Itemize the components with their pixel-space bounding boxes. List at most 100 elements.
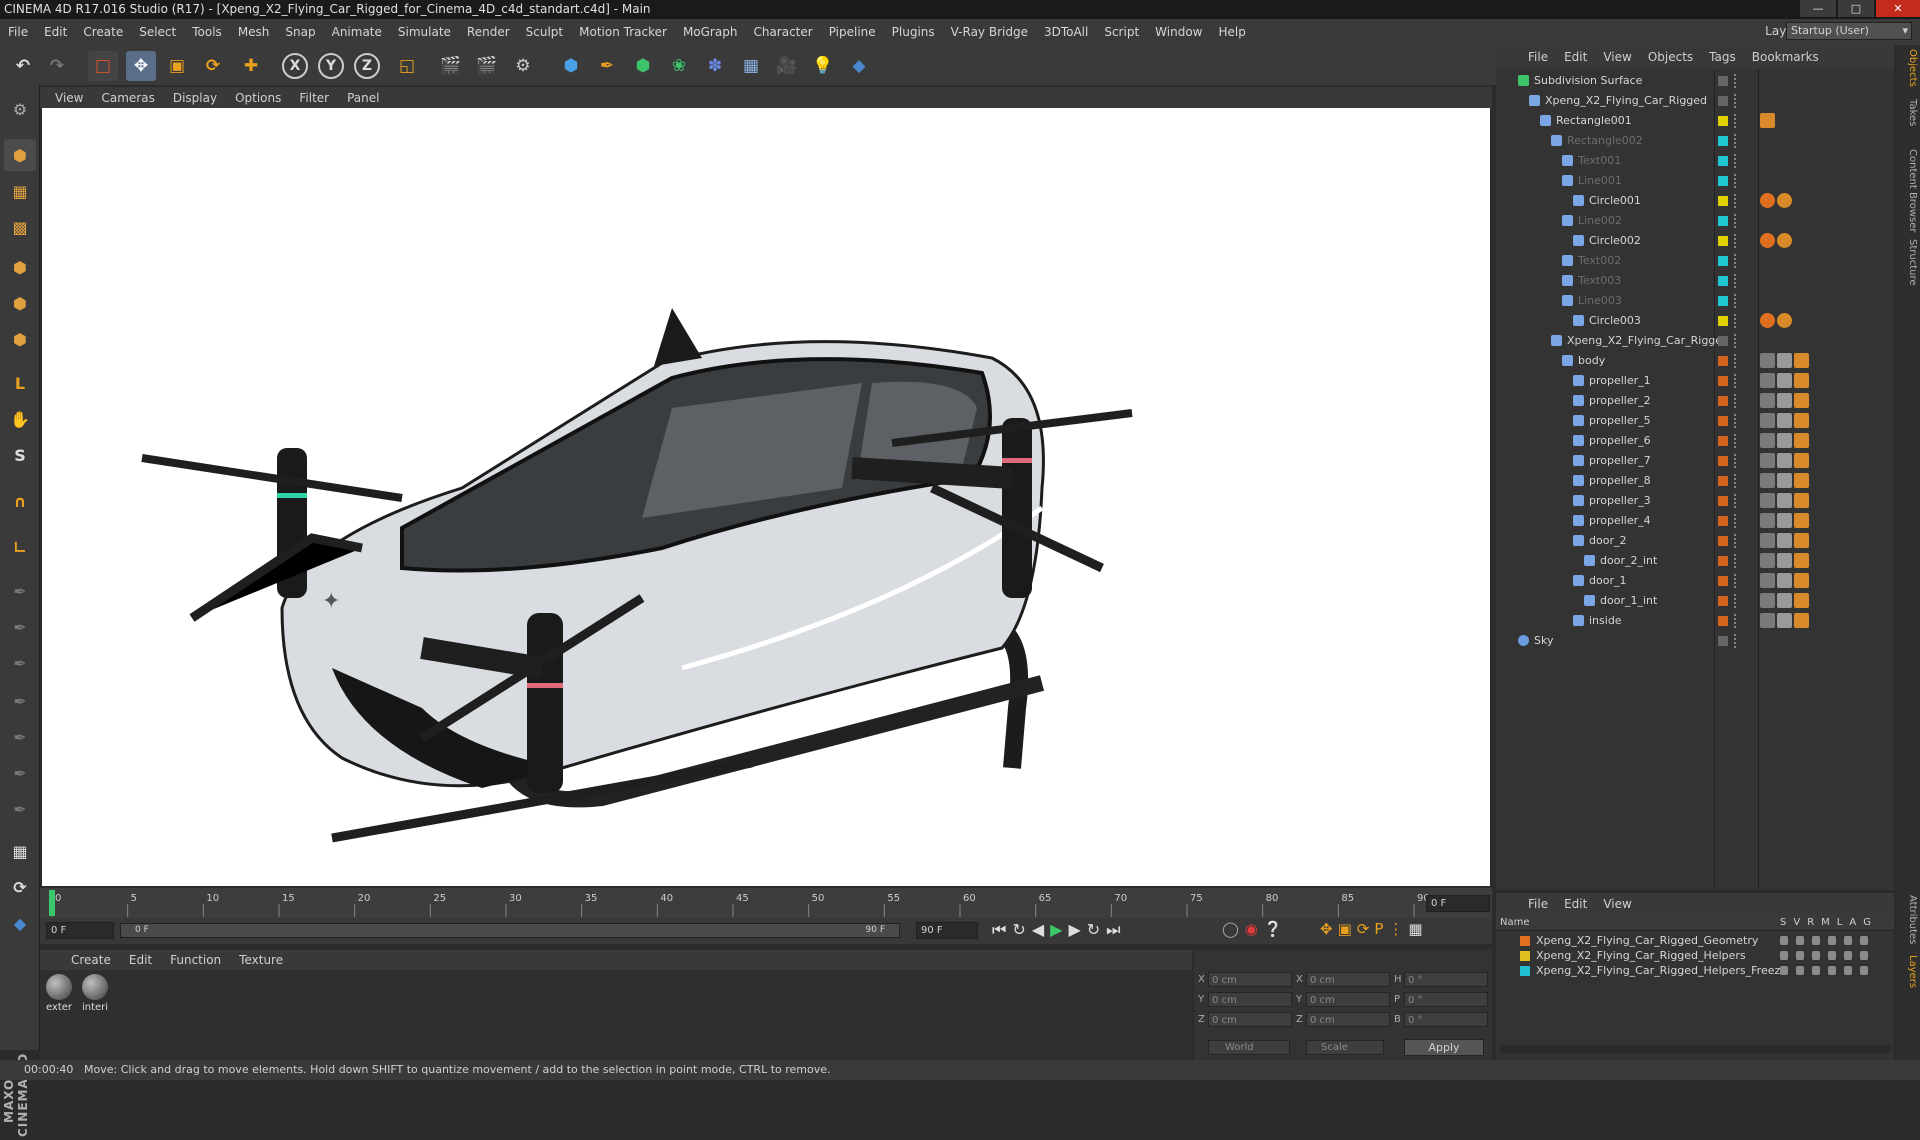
deformer-icon[interactable]: ✽ — [700, 51, 730, 81]
object-row[interactable]: propeller_2 — [1496, 391, 1894, 411]
undo-icon[interactable]: ↶ — [8, 51, 38, 81]
current-frame-field[interactable]: 0 F — [1426, 895, 1490, 912]
workplane-icon[interactable]: ▩ — [4, 211, 36, 243]
coord-value-field[interactable]: 0 cm — [1306, 1012, 1390, 1027]
layer-flag-icon[interactable] — [1860, 966, 1868, 975]
model-mode-icon[interactable]: ⬢ — [4, 139, 36, 171]
rig-tag-icon[interactable] — [1777, 313, 1792, 328]
apply-button[interactable]: Apply — [1404, 1039, 1484, 1056]
material-tag-icon[interactable] — [1777, 493, 1792, 508]
material-menu-texture[interactable]: Texture — [230, 953, 292, 967]
layer-color-swatch[interactable] — [1718, 496, 1728, 506]
object-row[interactable]: propeller_6 — [1496, 431, 1894, 451]
material-tag-icon[interactable] — [1794, 553, 1809, 568]
material-tag-icon[interactable] — [1777, 353, 1792, 368]
object-row[interactable]: Line001 — [1496, 171, 1894, 191]
material-tag-icon[interactable] — [1777, 373, 1792, 388]
material-tag-icon[interactable] — [1794, 613, 1809, 628]
object-row[interactable]: Circle001 — [1496, 191, 1894, 211]
material-tag-icon[interactable] — [1794, 493, 1809, 508]
sculpt-tool-1-icon[interactable]: ✒ — [4, 575, 36, 607]
layer-color-swatch[interactable] — [1718, 636, 1728, 646]
material-tag-icon[interactable] — [1794, 473, 1809, 488]
timeline-window-icon[interactable]: ▦ — [1408, 920, 1422, 938]
objects-menu-file[interactable]: File — [1520, 50, 1556, 64]
layer-row[interactable]: Xpeng_X2_Flying_Car_Rigged_Helpers — [1496, 948, 1894, 963]
layer-flag-icon[interactable] — [1828, 951, 1836, 960]
material-tag-icon[interactable] — [1760, 553, 1775, 568]
end-frame-field[interactable]: 90 F — [916, 922, 978, 939]
layer-color-swatch[interactable] — [1520, 951, 1530, 961]
menu-window[interactable]: Window — [1147, 25, 1210, 39]
visibility-dots-icon[interactable] — [1734, 174, 1738, 188]
layer-color-swatch[interactable] — [1718, 476, 1728, 486]
loop-icon[interactable]: ↻ — [1012, 920, 1025, 940]
side-tab-structure[interactable]: Structure — [1898, 239, 1918, 286]
visibility-dots-icon[interactable] — [1734, 114, 1738, 128]
go-to-start-icon[interactable]: ⏮ — [992, 920, 1006, 940]
layer-color-swatch[interactable] — [1718, 356, 1728, 366]
visibility-dots-icon[interactable] — [1734, 454, 1738, 468]
layer-flag-icon[interactable] — [1780, 936, 1788, 945]
layer-flags[interactable] — [1780, 966, 1868, 975]
light-icon[interactable]: 💡 — [808, 51, 838, 81]
material-tag-icon[interactable] — [1777, 533, 1792, 548]
object-row[interactable]: Line003 — [1496, 291, 1894, 311]
material-tag-icon[interactable] — [1777, 513, 1792, 528]
snap-icon[interactable]: S — [4, 439, 36, 471]
layer-color-swatch[interactable] — [1718, 516, 1728, 526]
layer-color-swatch[interactable] — [1718, 96, 1728, 106]
side-tab-layers[interactable]: Layers — [1898, 955, 1918, 988]
material-tag-icon[interactable] — [1794, 393, 1809, 408]
python-script-icon[interactable]: ◆ — [4, 907, 36, 939]
rig-tag-icon[interactable] — [1777, 193, 1792, 208]
menu-mesh[interactable]: Mesh — [230, 25, 278, 39]
menu-snap[interactable]: Snap — [277, 25, 323, 39]
viewport-menu-panel[interactable]: Panel — [338, 91, 388, 105]
floor-icon[interactable]: ▦ — [736, 51, 766, 81]
layer-color-swatch[interactable] — [1718, 436, 1728, 446]
material-tag-icon[interactable] — [1760, 353, 1775, 368]
layer-color-swatch[interactable] — [1718, 176, 1728, 186]
visibility-dots-icon[interactable] — [1734, 74, 1738, 88]
coordinate-system-dropdown[interactable]: World — [1208, 1040, 1290, 1055]
coord-value-field[interactable]: 0 ° — [1404, 992, 1488, 1007]
layer-color-swatch[interactable] — [1718, 396, 1728, 406]
visibility-dots-icon[interactable] — [1734, 494, 1738, 508]
step-back-icon[interactable]: ◀ — [1032, 920, 1044, 940]
visibility-dots-icon[interactable] — [1734, 634, 1738, 648]
close-button[interactable]: ✕ — [1876, 0, 1920, 17]
material-tag-icon[interactable] — [1794, 353, 1809, 368]
material-tag-icon[interactable] — [1777, 393, 1792, 408]
object-row[interactable]: Text003 — [1496, 271, 1894, 291]
make-editable-icon[interactable]: ⚙ — [4, 93, 36, 125]
sculpt-tool-7-icon[interactable]: ✒ — [4, 793, 36, 825]
visibility-dots-icon[interactable] — [1734, 574, 1738, 588]
edges-mode-icon[interactable]: ⬢ — [4, 287, 36, 319]
visibility-dots-icon[interactable] — [1734, 214, 1738, 228]
layer-color-swatch[interactable] — [1718, 256, 1728, 266]
rig-tag-icon[interactable] — [1760, 233, 1775, 248]
material-tag-icon[interactable] — [1760, 493, 1775, 508]
record-keys-icon[interactable]: ◉ — [1245, 920, 1258, 938]
material-tag-icon[interactable] — [1777, 433, 1792, 448]
material-tag-icon[interactable] — [1794, 573, 1809, 588]
material-tag-icon[interactable] — [1794, 453, 1809, 468]
material-tag-icon[interactable] — [1794, 513, 1809, 528]
polygons-mode-icon[interactable]: ⬢ — [4, 323, 36, 355]
visibility-dots-icon[interactable] — [1734, 534, 1738, 548]
spiral-icon[interactable]: ⟳ — [4, 871, 36, 903]
start-frame-field[interactable]: 0 F — [46, 922, 114, 939]
object-row[interactable]: propeller_8 — [1496, 471, 1894, 491]
layer-color-swatch[interactable] — [1718, 576, 1728, 586]
coord-value-field[interactable]: 0 cm — [1208, 972, 1292, 987]
visibility-dots-icon[interactable] — [1734, 334, 1738, 348]
render-to-picture-viewer-icon[interactable]: 🎬 — [472, 51, 502, 81]
layer-flag-icon[interactable] — [1796, 936, 1804, 945]
cloner-icon[interactable]: ❀ — [664, 51, 694, 81]
menu-help[interactable]: Help — [1210, 25, 1253, 39]
layer-color-swatch[interactable] — [1718, 156, 1728, 166]
objects-menu-bookmarks[interactable]: Bookmarks — [1744, 50, 1827, 64]
layer-color-swatch[interactable] — [1718, 616, 1728, 626]
frame-range-slider[interactable]: 0 F 90 F — [120, 923, 900, 938]
